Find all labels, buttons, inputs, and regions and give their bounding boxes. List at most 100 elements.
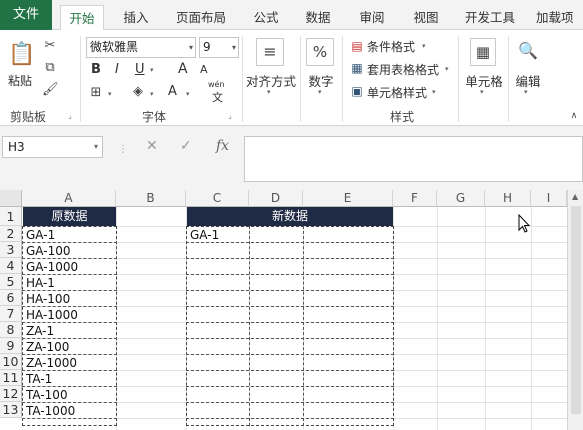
styles-group-label: 样式: [390, 110, 415, 124]
border-icon[interactable]: ⊞: [88, 85, 104, 101]
cell-a4[interactable]: GA-1000: [23, 259, 116, 275]
collapse-ribbon-icon[interactable]: ∧: [568, 108, 580, 124]
row-header-3[interactable]: 3: [0, 242, 22, 258]
tab-page-layout[interactable]: 页面布局: [170, 5, 232, 30]
tab-data[interactable]: 数据: [298, 5, 338, 30]
align-icon[interactable]: ≡: [256, 38, 284, 66]
editing-button[interactable]: 编辑: [512, 71, 544, 90]
col-header-h[interactable]: H: [485, 190, 531, 207]
fill-color-icon[interactable]: ◈: [130, 84, 146, 100]
format-as-table-button[interactable]: 套用表格格式: [367, 61, 439, 78]
cells-icon[interactable]: ▦: [470, 38, 496, 66]
phonetic-button[interactable]: wén: [208, 80, 225, 89]
conditional-format-icon: ▤: [351, 39, 363, 53]
tab-view[interactable]: 视图: [406, 5, 446, 30]
header-new-data[interactable]: 新数据: [187, 207, 393, 226]
formula-input[interactable]: [244, 136, 583, 182]
ribbon: 📋 粘贴 ✂ ⧉ 🖌 剪贴板 ⌟ 微软雅黑 ▾ 9 ▾ B I U ▾ A A …: [0, 30, 583, 126]
cell-a11[interactable]: TA-1: [23, 371, 116, 387]
bold-button[interactable]: B: [91, 62, 101, 77]
row-header-1[interactable]: 1: [0, 207, 22, 226]
col-header-g[interactable]: G: [437, 190, 485, 207]
row-header-12[interactable]: 12: [0, 386, 22, 402]
tab-home[interactable]: 开始: [60, 5, 104, 30]
cell-styles-button[interactable]: 单元格样式: [367, 84, 427, 101]
col-header-f[interactable]: F: [393, 190, 437, 207]
select-all-corner[interactable]: [0, 190, 22, 207]
col-header-i[interactable]: I: [531, 190, 567, 207]
clipboard-launcher-icon[interactable]: ⌟: [68, 111, 72, 120]
alignment-dropdown-icon[interactable]: ▾: [267, 88, 271, 96]
paste-icon[interactable]: 📋: [8, 40, 35, 70]
copy-icon[interactable]: ⧉: [42, 60, 58, 76]
col-header-c[interactable]: C: [186, 190, 249, 207]
row-header-10[interactable]: 10: [0, 354, 22, 370]
font-color-dropdown-icon[interactable]: ▾: [186, 90, 190, 98]
cell-c2[interactable]: GA-1: [187, 227, 249, 243]
row-header-8[interactable]: 8: [0, 322, 22, 338]
border-dropdown-icon[interactable]: ▾: [108, 90, 112, 98]
name-box[interactable]: H3 ▾: [2, 136, 103, 158]
col-header-d[interactable]: D: [249, 190, 303, 207]
font-name-combo[interactable]: 微软雅黑 ▾: [86, 37, 196, 58]
insert-function-icon[interactable]: fx: [216, 138, 229, 154]
number-dropdown-icon[interactable]: ▾: [318, 88, 322, 96]
cell-a12[interactable]: TA-100: [23, 387, 116, 403]
grow-font-button[interactable]: A: [178, 61, 188, 77]
row-header-13[interactable]: 13: [0, 402, 22, 418]
format-painter-icon[interactable]: 🖌: [42, 82, 59, 98]
font-size-combo[interactable]: 9 ▾: [199, 37, 239, 58]
shrink-font-button[interactable]: A: [200, 63, 208, 76]
paste-button[interactable]: 粘贴: [8, 72, 32, 89]
dashed-divider: [186, 386, 394, 387]
row-header-4[interactable]: 4: [0, 258, 22, 274]
scroll-up-icon[interactable]: ▲: [572, 192, 578, 201]
tab-review[interactable]: 审阅: [352, 5, 392, 30]
cell-a9[interactable]: ZA-100: [23, 339, 116, 355]
cancel-icon[interactable]: ✕: [146, 138, 158, 154]
underline-button[interactable]: U: [135, 62, 145, 77]
gridline: [437, 207, 438, 430]
row-header-6[interactable]: 6: [0, 290, 22, 306]
tab-developer[interactable]: 开发工具: [458, 5, 522, 30]
tab-file[interactable]: 文件: [0, 0, 52, 30]
header-original-data[interactable]: 原数据: [23, 207, 116, 226]
cell-a13[interactable]: TA-1000: [23, 403, 116, 419]
tab-insert[interactable]: 插入: [114, 5, 158, 30]
cell-a6[interactable]: HA-100: [23, 291, 116, 307]
fill-dropdown-icon[interactable]: ▾: [150, 90, 154, 98]
percent-icon[interactable]: %: [306, 38, 334, 66]
italic-button[interactable]: I: [115, 62, 119, 77]
tab-formulas[interactable]: 公式: [246, 5, 286, 30]
font-color-button[interactable]: A: [168, 84, 177, 99]
col-header-e[interactable]: E: [303, 190, 393, 207]
row-header-9[interactable]: 9: [0, 338, 22, 354]
alignment-button[interactable]: 对齐方式: [246, 71, 296, 90]
cells-button[interactable]: 单元格: [462, 71, 506, 90]
group-divider: [242, 36, 243, 122]
row-header-7[interactable]: 7: [0, 306, 22, 322]
tab-addins[interactable]: 加载项: [536, 5, 583, 30]
cell-a7[interactable]: HA-1000: [23, 307, 116, 323]
editing-dropdown-icon[interactable]: ▾: [524, 88, 528, 96]
row-header-11[interactable]: 11: [0, 370, 22, 386]
dashed-divider: [186, 274, 394, 275]
col-header-b[interactable]: B: [116, 190, 186, 207]
cells-dropdown-icon[interactable]: ▾: [480, 88, 484, 96]
col-header-a[interactable]: A: [22, 190, 116, 207]
cell-a3[interactable]: GA-100: [23, 243, 116, 259]
cell-a5[interactable]: HA-1: [23, 275, 116, 291]
row-header-5[interactable]: 5: [0, 274, 22, 290]
enter-icon[interactable]: ✓: [180, 138, 192, 154]
cut-icon[interactable]: ✂: [42, 38, 58, 54]
font-launcher-icon[interactable]: ⌟: [228, 111, 232, 120]
vertical-scrollbar[interactable]: ▲: [567, 190, 583, 430]
binoculars-icon[interactable]: 🔍: [514, 38, 542, 66]
scroll-thumb[interactable]: [571, 206, 581, 414]
cell-a10[interactable]: ZA-1000: [23, 355, 116, 371]
row-header-2[interactable]: 2: [0, 226, 22, 242]
cell-a8[interactable]: ZA-1: [23, 323, 116, 339]
cell-a2[interactable]: GA-1: [23, 227, 116, 243]
conditional-format-button[interactable]: 条件格式: [367, 38, 415, 55]
underline-dropdown-icon[interactable]: ▾: [150, 66, 154, 74]
